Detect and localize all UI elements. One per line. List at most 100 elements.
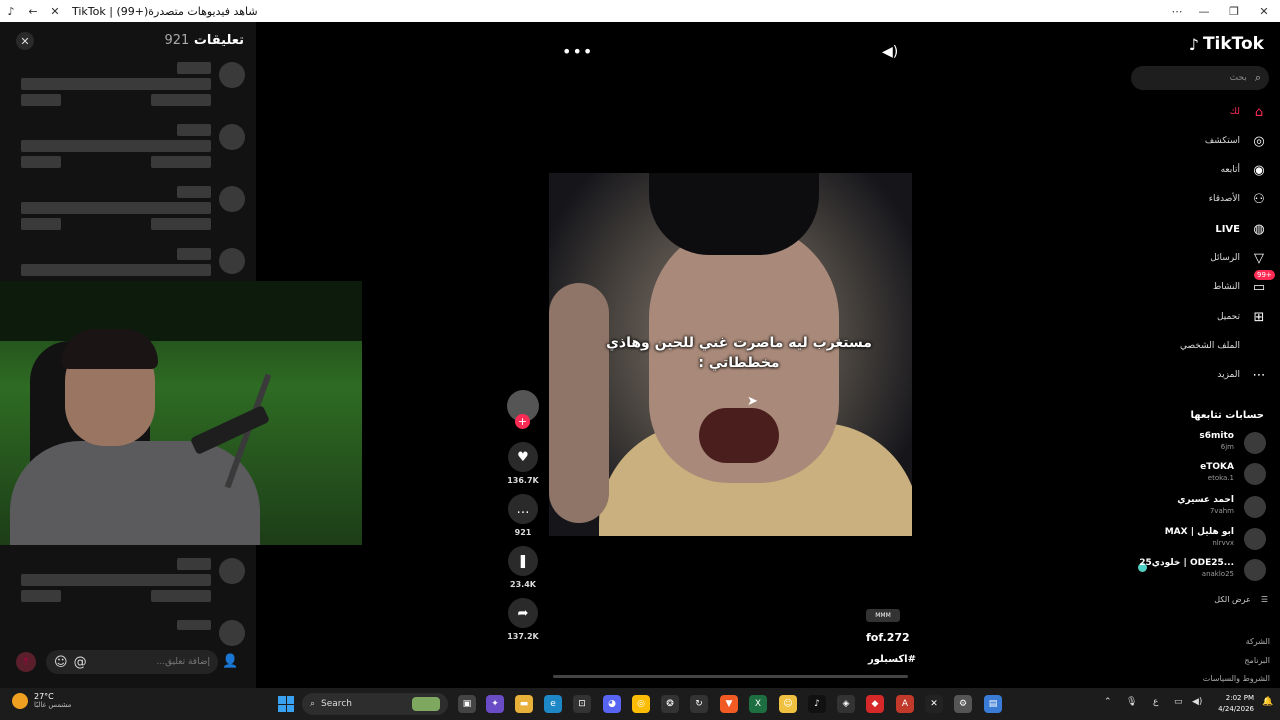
file-explorer-icon[interactable]: ▬ [515, 695, 533, 713]
following-avatar-icon: ◉ [1253, 162, 1265, 178]
more-options-button[interactable]: ⋯ [1162, 0, 1192, 22]
nav-for-you[interactable]: لك ⌂ [1128, 100, 1268, 124]
nav-messages[interactable]: الرسائل ▽ [1128, 246, 1268, 270]
follow-button[interactable]: + [515, 414, 530, 429]
comments-title: تعليقات 921 [165, 33, 245, 48]
close-comments-button[interactable]: ✕ [16, 32, 34, 50]
right-sidebar: ♪ TikTok بحث ⌕ لك ⌂ استكشف ◎ أتابعه ◉ ال… [1128, 22, 1280, 688]
inbox-icon: ▭ [1252, 279, 1266, 295]
like-button[interactable]: ♥ [508, 442, 538, 472]
nav-friends[interactable]: الأصدقاء ⚇ [1128, 187, 1268, 211]
following-account[interactable]: s6mito 6jm [1128, 428, 1266, 458]
save-button[interactable]: ❚ [508, 546, 538, 576]
app-icon[interactable]: ↻ [690, 695, 708, 713]
chrome-icon[interactable]: ◎ [632, 695, 650, 713]
skeleton-line [21, 140, 211, 152]
store-icon[interactable]: ⊡ [573, 695, 591, 713]
notification-bell-icon[interactable]: 🔔 [1262, 697, 1273, 707]
video-author[interactable]: fof.272 [866, 631, 910, 644]
more-icon: ⋯ [1252, 367, 1266, 383]
search-input[interactable]: بحث ⌕ [1131, 66, 1269, 90]
nav-label: الرسائل [1210, 253, 1240, 263]
tiktok-taskbar-icon[interactable]: ♪ [808, 695, 826, 713]
nav-live[interactable]: LIVE ◍ [1128, 217, 1268, 241]
see-all-button[interactable]: ☰ عرض الكل [1214, 595, 1268, 604]
video-player[interactable]: مستغرب ليه ماصرت غني للحين وهاذي مخططاتي… [549, 173, 912, 536]
minimize-button[interactable]: — [1189, 0, 1219, 22]
restore-button[interactable]: ❐ [1219, 0, 1249, 22]
footer-link-terms[interactable]: الشروط والسياسات [1203, 674, 1270, 683]
input-language[interactable]: ع [1153, 697, 1158, 707]
nav-activity[interactable]: النشاط ▭ 99+ [1128, 270, 1275, 299]
footer-link-company[interactable]: الشركة [1246, 637, 1270, 646]
tray-chevron-icon[interactable]: ⌃ [1104, 697, 1112, 707]
speaker-icon[interactable]: ◀) [1192, 697, 1202, 707]
openai-icon[interactable]: ❂ [661, 695, 679, 713]
start-button[interactable] [278, 696, 294, 712]
following-account[interactable]: خلودي25 | ODE25... anaklo25 [1128, 555, 1266, 585]
footer-link-program[interactable]: البرنامج [1244, 656, 1270, 665]
skeleton-avatar [219, 124, 245, 150]
skeleton-line [21, 78, 211, 90]
excel-icon[interactable]: X [749, 695, 767, 713]
share-button[interactable]: ➦ [508, 598, 538, 628]
adobe-icon[interactable]: A [896, 695, 914, 713]
weather-temperature: 27°C [34, 692, 54, 701]
taskbar-clock[interactable]: 2:02 PM 4/24/2026 [1214, 693, 1254, 715]
search-icon[interactable]: ⌕ [1255, 71, 1261, 85]
capcut-icon[interactable]: ◈ [837, 695, 855, 713]
close-window-button[interactable]: ✕ [1249, 0, 1279, 22]
video-more-button[interactable]: ••• [562, 42, 593, 61]
brave-icon[interactable]: ▼ [720, 695, 738, 713]
microphone-icon[interactable]: 🎙 [1126, 697, 1137, 707]
windows-taskbar: 27°C مشمس غالبًا ⌕ Search ▣ ✦ ▬ e ⊡ ◕ ◎ … [0, 688, 1280, 720]
account-handle: 7vahm [1209, 507, 1234, 515]
weather-widget[interactable]: 27°C مشمس غالبًا [12, 692, 71, 709]
skeleton-line [151, 218, 211, 230]
edge-icon[interactable]: e [544, 695, 562, 713]
emoji-icon[interactable]: ☺ [54, 655, 68, 670]
discord-icon[interactable]: ◕ [603, 695, 621, 713]
following-account[interactable]: MAX | ابو هليل nlrvvx [1128, 524, 1266, 554]
search-highlight-image [412, 697, 440, 711]
weather-description: مشمس غالبًا [34, 701, 72, 709]
settings-icon[interactable]: ⚙ [954, 695, 972, 713]
nav-explore[interactable]: استكشف ◎ [1128, 129, 1268, 153]
nav-upload[interactable]: تحميل ⊞ [1128, 305, 1268, 329]
comments-header: ✕ تعليقات 921 [0, 22, 256, 60]
task-view-icon[interactable]: ▣ [458, 695, 476, 713]
account-avatar [1244, 559, 1266, 581]
red-app-icon[interactable]: ◆ [866, 695, 884, 713]
taskbar-search-label: Search [321, 699, 352, 709]
video-progress-bar[interactable] [553, 675, 908, 678]
comments-count: 921 [164, 33, 190, 48]
skeleton-avatar [219, 62, 245, 88]
network-icon[interactable]: ▭ [1174, 697, 1183, 707]
tiktok-logo-text: TikTok [1202, 34, 1264, 54]
photos-icon[interactable]: ▤ [984, 695, 1002, 713]
video-hashtag[interactable]: #اكسبلور [868, 654, 916, 665]
copilot-icon[interactable]: ✦ [486, 695, 504, 713]
comment-button[interactable]: … [508, 494, 538, 524]
mouse-cursor-icon: ➤ [747, 394, 758, 409]
back-button[interactable]: ← [22, 0, 44, 22]
taskbar-search[interactable]: ⌕ Search [302, 693, 448, 715]
like-count: 136.7K [507, 476, 539, 485]
emoji-app-icon[interactable]: ☺ [779, 695, 797, 713]
account-avatar [1244, 432, 1266, 454]
nav-following[interactable]: أتابعه ◉ [1128, 158, 1268, 182]
x-app-icon[interactable]: ✕ [925, 695, 943, 713]
following-account[interactable]: eTOKA etoka.1 [1128, 459, 1266, 489]
mention-icon[interactable]: @ [74, 655, 87, 670]
comment-input[interactable]: ☺ @ إضافة تعليق... [46, 650, 218, 674]
nav-more[interactable]: المزيد ⋯ [1128, 363, 1268, 387]
stop-loading-button[interactable]: ✕ [44, 0, 66, 22]
comment-count: 921 [514, 528, 532, 537]
nav-profile[interactable]: الملف الشخصي [1128, 334, 1268, 358]
account-name: eTOKA [1200, 462, 1234, 472]
account-avatar [1244, 463, 1266, 485]
send-comment-button[interactable]: ↑ [16, 652, 36, 672]
tiktok-logo[interactable]: ♪ TikTok [1189, 34, 1264, 54]
following-account[interactable]: احمد عسيري 7vahm [1128, 492, 1266, 522]
volume-icon[interactable]: ◀) [882, 44, 898, 60]
